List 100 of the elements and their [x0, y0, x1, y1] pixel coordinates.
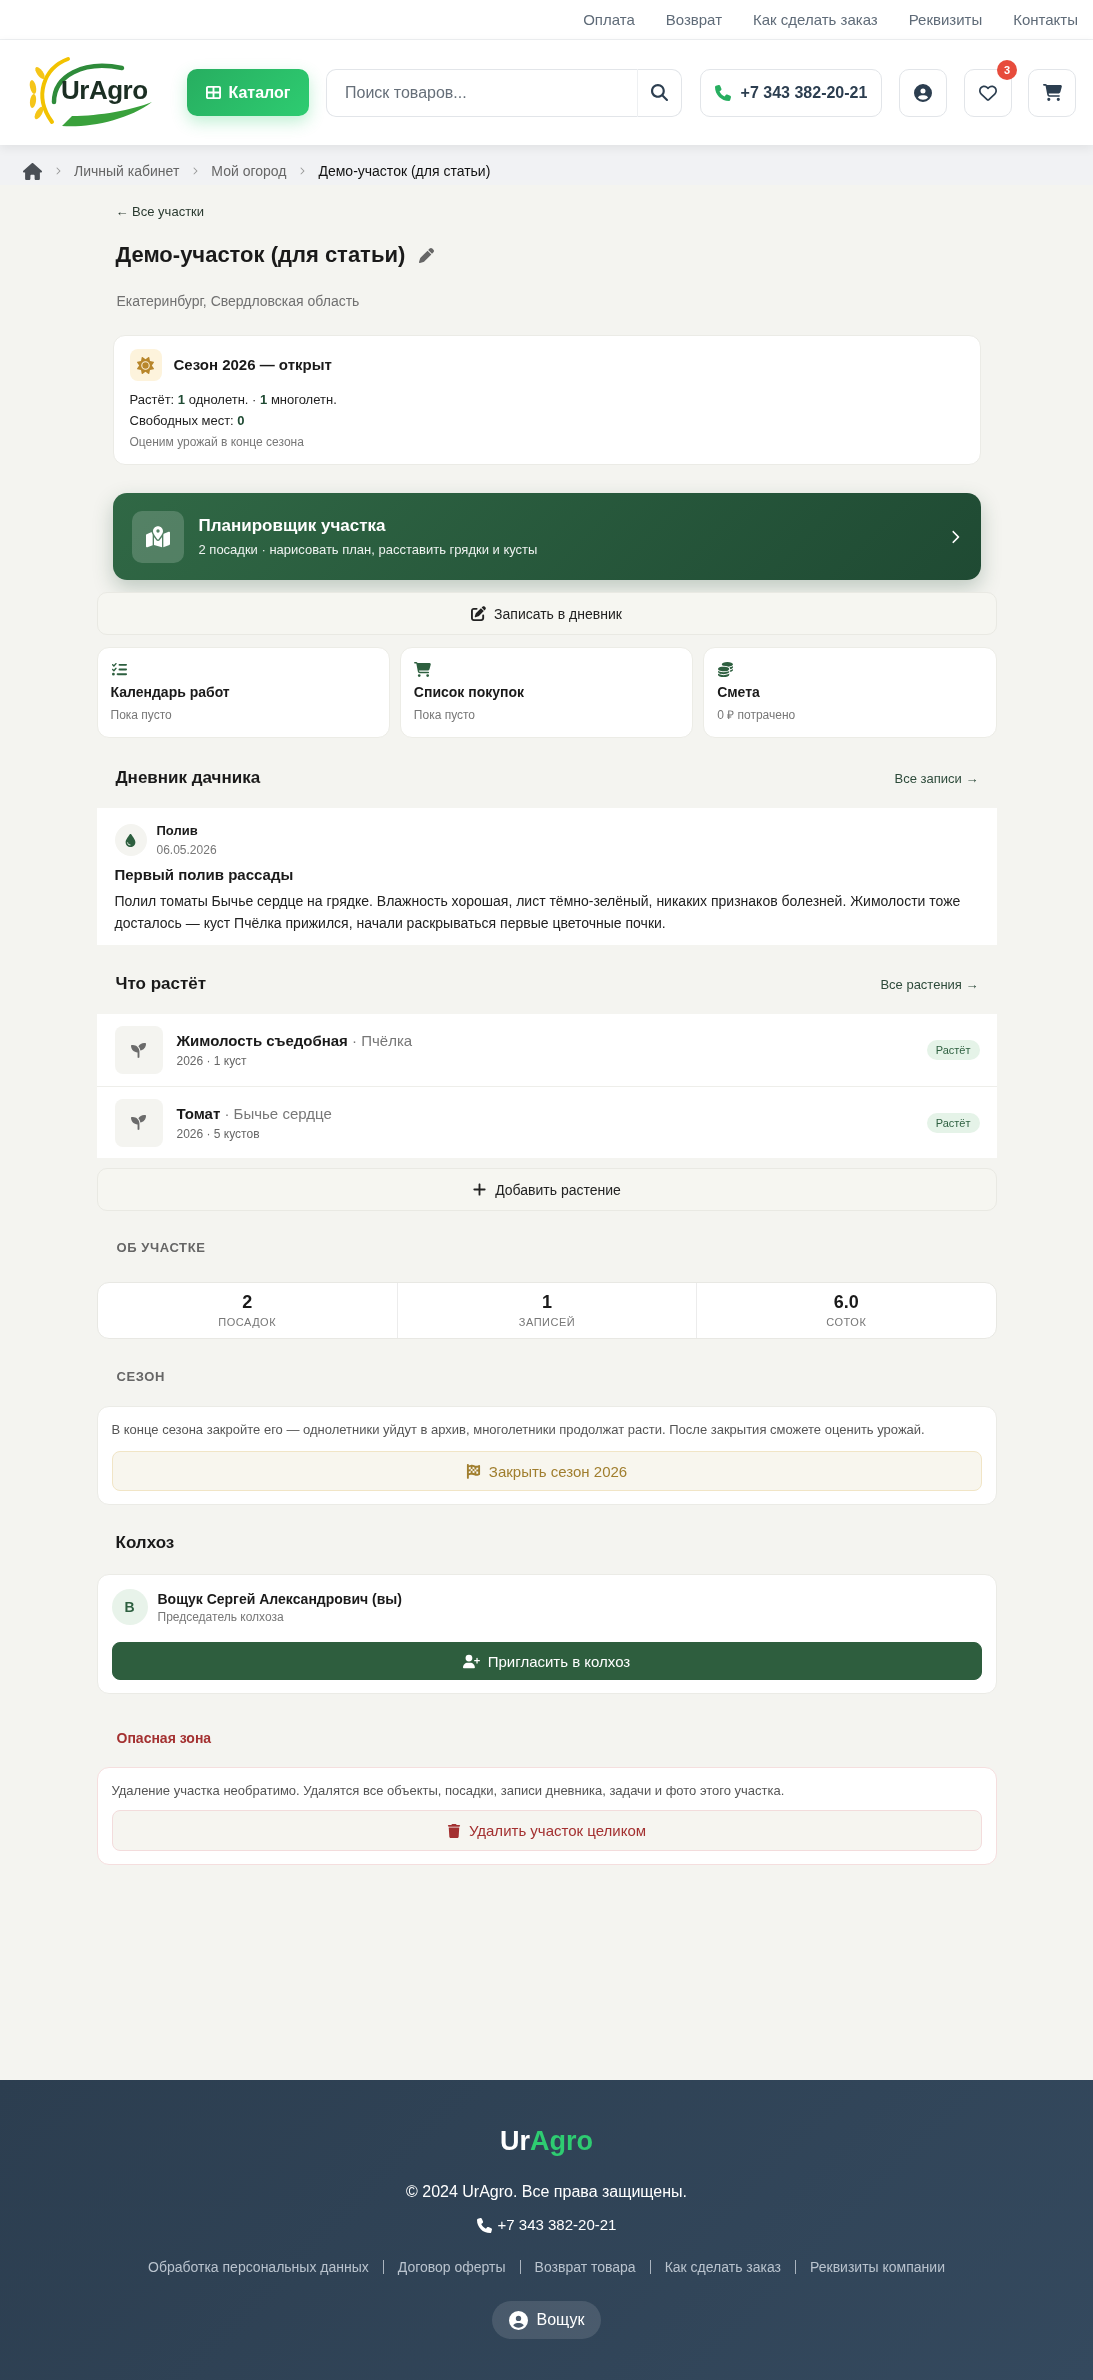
top-nav-link[interactable]: Реквизиты	[908, 11, 983, 28]
flag-icon	[465, 1463, 481, 1479]
coins-icon	[717, 662, 735, 677]
tool-card[interactable]: Смета 0 ₽ потрачено	[703, 647, 997, 738]
entry-text: Полил томаты Бычье сердце на грядке. Влажность хорошая, лист тёмно-зелёный, никаких признаков болезней. Жимолости тоже досталось — куст Пчёлка прижился, начали раскрываться первые цветочные почки.	[114, 892, 962, 933]
water-drop-icon	[114, 824, 147, 856]
see-all-link[interactable]: Все растения →	[880, 976, 979, 992]
cart-button[interactable]	[1028, 68, 1076, 117]
danger-zone-title: Опасная зона	[116, 1729, 212, 1747]
grid-icon	[205, 85, 221, 100]
chevron-icon	[298, 167, 307, 175]
plant-meta: 2026 · 5 кустов	[176, 1125, 260, 1142]
planner-title: Планировщик участка	[198, 515, 386, 536]
footer-logo: UrAgro	[500, 2125, 593, 2157]
footer-link[interactable]: Обработка персональных данных	[148, 2258, 369, 2276]
wishlist-button[interactable]	[964, 68, 1012, 117]
planner-card[interactable]: Планировщик участка 2 посадки · нарисовать план, расставить грядки и кусты	[112, 493, 981, 580]
stat-label: ЗАПИСЕЙ	[518, 1315, 576, 1329]
tool-title: Календарь работ	[110, 683, 230, 701]
member-role: Председатель колхоза	[157, 1608, 284, 1625]
chevron-icon	[54, 167, 62, 175]
user-button[interactable]: Вощук	[491, 2301, 602, 2339]
phone-link[interactable]: +7 343 382-20-21	[476, 2216, 617, 2234]
section-title: Колхоз	[115, 1532, 175, 1554]
season-title: Сезон 2026 — открыт	[173, 355, 332, 375]
tool-subtitle: 0 ₽ потрачено	[717, 707, 796, 723]
tool-subtitle: Пока пусто	[413, 707, 476, 723]
sun-icon	[129, 349, 162, 381]
footer-link[interactable]: Реквизиты компании	[810, 2258, 945, 2276]
section-label: ОБ УЧАСТКЕ	[116, 1240, 206, 1256]
entry-title: Первый полив рассады	[114, 865, 294, 885]
member-avatar: В	[111, 1589, 148, 1625]
help-text: В конце сезона закройте его — однолетники уйдут в архив, многолетники продолжат расти. После закрытия сможете оценить урожай.	[111, 1421, 925, 1439]
planner-subtitle: 2 посадки · нарисовать план, расставить грядки и кусты	[198, 541, 538, 558]
tool-title: Смета	[717, 683, 760, 701]
cart-icon	[1042, 83, 1062, 102]
tool-card[interactable]: Список покупок Пока пусто	[399, 647, 694, 738]
tool-card[interactable]: Календарь работ Пока пусто	[96, 647, 390, 738]
warning-text: Удаление участка необратимо. Удалятся все объекты, посадки, записи дневника, задачи и фото этого участка.	[111, 1782, 785, 1800]
seedling-icon	[114, 1026, 163, 1074]
copyright-text: © 2024 UrAgro. Все права защищены.	[406, 2182, 687, 2202]
season-note: Оценим урожай в конце сезона	[129, 434, 304, 450]
account-button[interactable]	[899, 68, 947, 117]
see-all-link[interactable]: Все записи →	[894, 770, 979, 786]
top-nav-link[interactable]: Контакты	[1013, 11, 1078, 28]
page-title: Демо-участок (для статьи)	[115, 241, 406, 269]
logo-text[interactable]: UrAgro	[61, 75, 148, 104]
status-badge: Растёт	[926, 1040, 980, 1060]
phone-icon	[476, 2217, 492, 2233]
top-nav-link[interactable]: Оплата	[583, 11, 635, 28]
plant-meta: 2026 · 1 куст	[176, 1053, 247, 1069]
top-nav-link[interactable]: Возврат	[665, 11, 722, 28]
member-name: Вощук Сергей Александрович (вы)	[157, 1589, 402, 1608]
pen-icon[interactable]	[419, 247, 435, 263]
diary-button[interactable]: Записать в дневник	[96, 592, 997, 635]
cart-icon	[413, 662, 431, 677]
search-button[interactable]	[637, 68, 682, 117]
user-plus-icon	[462, 1652, 480, 1670]
top-nav-link[interactable]: Как сделать заказ	[753, 11, 878, 28]
status-badge: Растёт	[926, 1112, 980, 1133]
footer-link[interactable]: Как сделать заказ	[664, 2258, 782, 2276]
location-text: Екатеринбург, Свердловская область	[116, 292, 360, 310]
season-stats-text: Свободных мест: 0	[129, 412, 245, 430]
heart-icon	[979, 83, 997, 102]
count-badge: 3	[997, 59, 1017, 80]
current-page-label: Демо-участок (для статьи)	[318, 162, 491, 180]
tool-subtitle: Пока пусто	[110, 707, 172, 723]
chevron-icon	[191, 167, 200, 175]
search-field[interactable]: Поиск товаров...	[326, 68, 637, 117]
phone-icon	[714, 84, 731, 101]
season-stats-text: Растёт: 1 однолетн. · 1 многолетн.	[129, 391, 337, 409]
add-plant-button[interactable]: Добавить растение	[96, 1168, 997, 1211]
close-season-button[interactable]: Закрыть сезон 2026	[111, 1451, 982, 1491]
trash-icon	[446, 1823, 461, 1838]
section-title: Что растёт	[115, 973, 207, 995]
search-icon	[651, 84, 668, 101]
entry-type: Полив	[156, 822, 198, 839]
stat-value: 2	[242, 1292, 253, 1312]
section-title: Дневник дачника	[115, 767, 261, 789]
stat-value: 6.0	[833, 1292, 859, 1312]
plant-title[interactable]: Жимолость съедобная · Пчёлка	[176, 1031, 413, 1050]
breadcrumb-link[interactable]: Личный кабинет	[74, 162, 180, 180]
delete-button[interactable]: Удалить участок целиком	[111, 1810, 982, 1851]
invite-button[interactable]: Пригласить в колхоз	[111, 1642, 982, 1680]
breadcrumb-link[interactable]: Мой огород	[211, 162, 287, 180]
map-pin-icon	[131, 510, 184, 563]
plus-icon	[472, 1182, 488, 1197]
stat-label: СОТОК	[826, 1315, 867, 1329]
back-link[interactable]: ← Все участки	[115, 204, 205, 220]
stat-label: ПОСАДОК	[218, 1315, 277, 1329]
seedling-icon	[114, 1098, 163, 1147]
section-label: СЕЗОН	[116, 1369, 166, 1385]
checklist-icon	[110, 662, 128, 677]
footer-link[interactable]: Возврат товара	[534, 2258, 636, 2276]
plant-title[interactable]: Томат · Бычье сердце	[176, 1103, 332, 1123]
home-icon[interactable]	[23, 161, 42, 181]
phone-button[interactable]: +7 343 382-20-21	[700, 68, 882, 117]
stat-value: 1	[542, 1292, 552, 1312]
footer-link[interactable]: Договор оферты	[397, 2258, 506, 2276]
tool-title: Список покупок	[413, 683, 525, 701]
